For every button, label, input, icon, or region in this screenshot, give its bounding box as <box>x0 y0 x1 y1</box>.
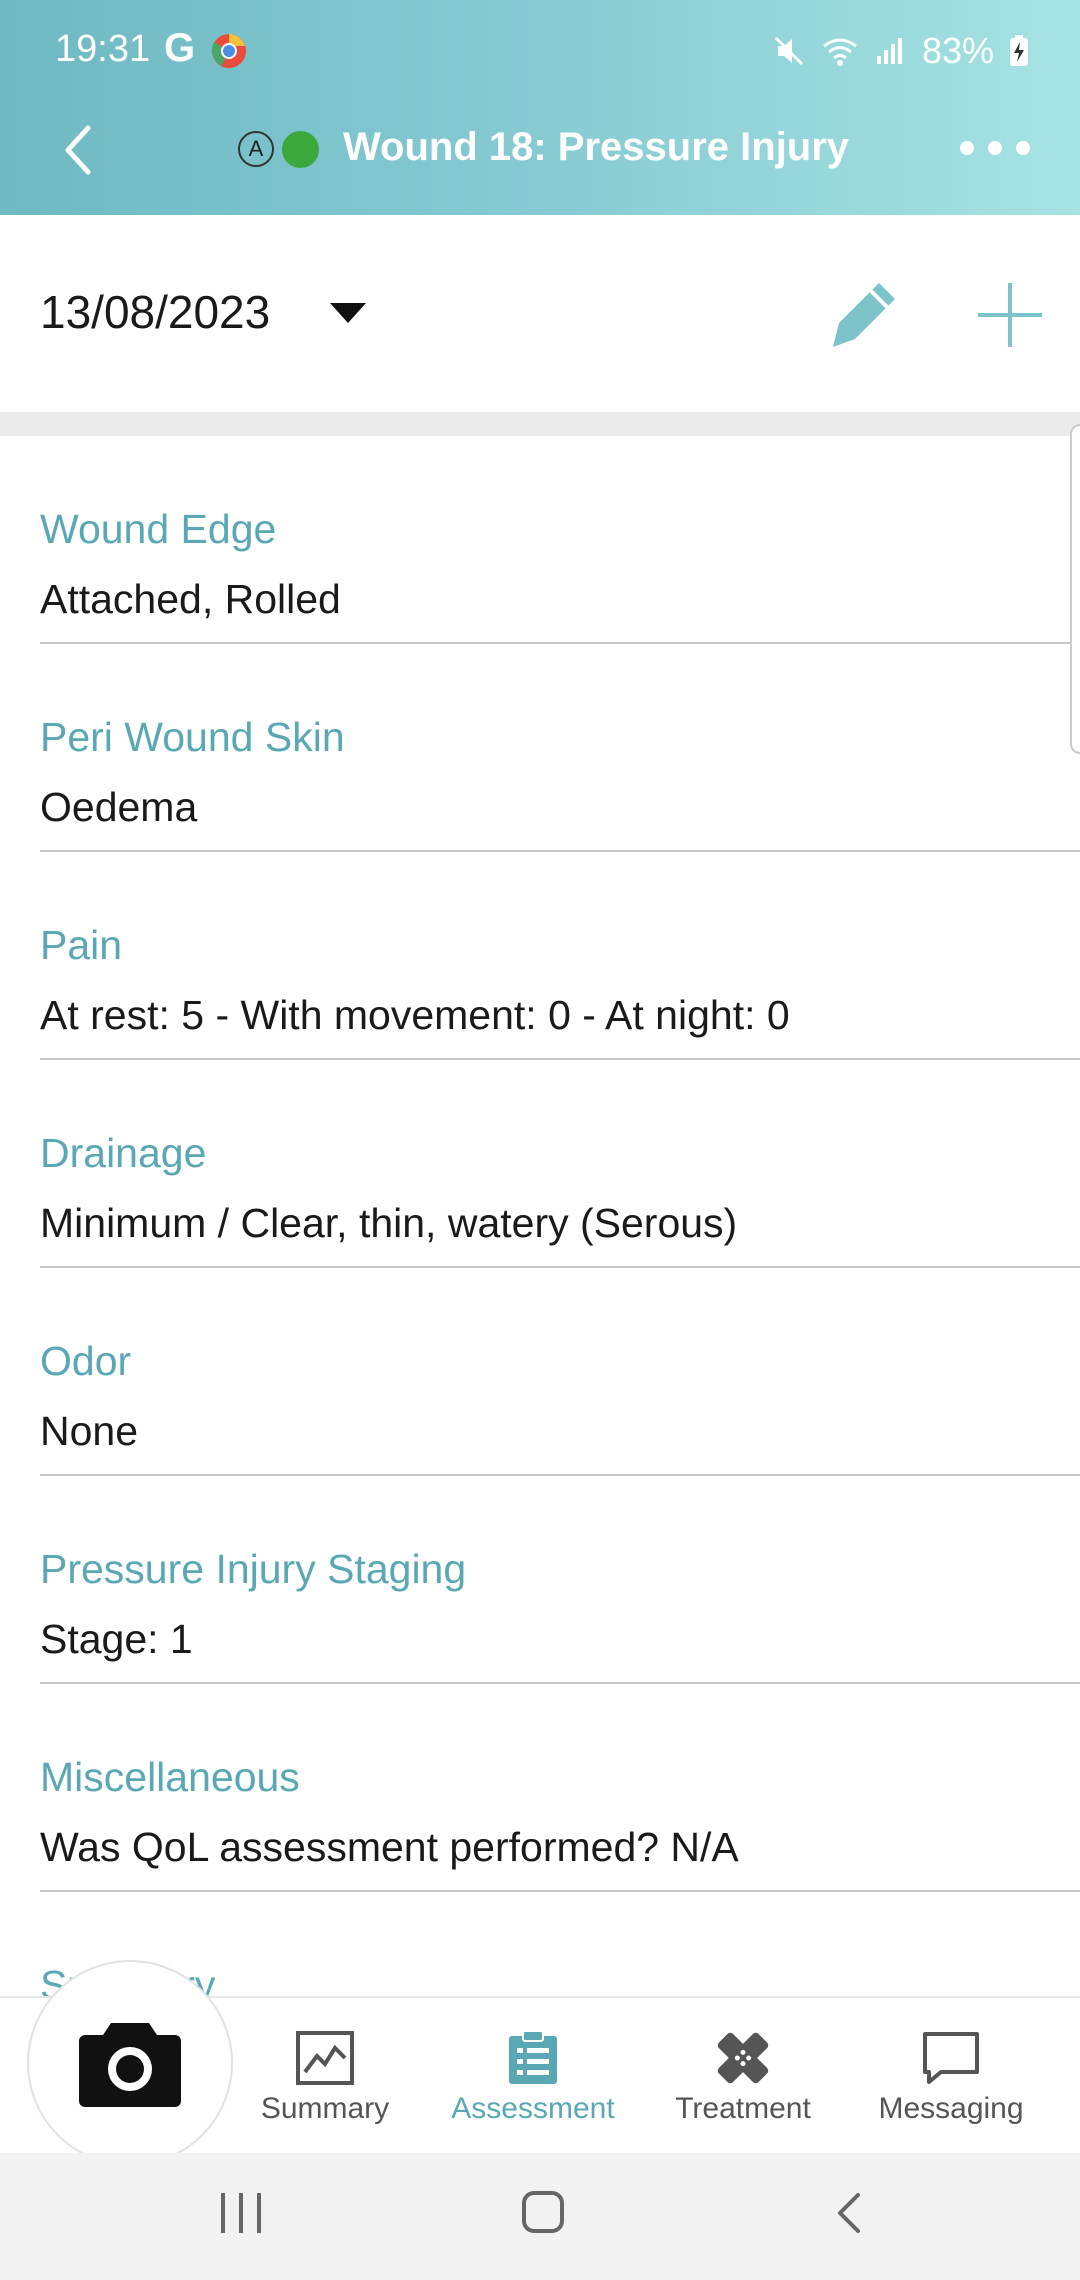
field-wound-edge: Wound Edge Attached, Rolled <box>40 436 1080 644</box>
field-label: Miscellaneous <box>40 1754 300 1800</box>
page-title: Wound 18: Pressure Injury <box>343 125 850 169</box>
field-value: At rest: 5 - With movement: 0 - At night… <box>40 992 790 1038</box>
plus-icon <box>978 283 1042 347</box>
field-value: Attached, Rolled <box>40 576 341 622</box>
system-navigation-bar <box>0 2153 1080 2280</box>
back-button[interactable] <box>52 120 102 180</box>
more-dot-icon <box>960 141 974 155</box>
nav-label: Summary <box>260 2092 390 2125</box>
field-label: Odor <box>40 1338 132 1384</box>
field-odor: Odor None <box>40 1268 1080 1476</box>
nav-label: Messaging <box>878 2092 1024 2125</box>
field-label: Drainage <box>40 1130 207 1176</box>
edit-button[interactable] <box>825 275 905 355</box>
status-icons: 83% <box>772 26 1030 76</box>
field-pressure-injury-staging: Pressure Injury Staging Stage: 1 <box>40 1476 1080 1684</box>
field-value: Minimum / Clear, thin, watery (Serous) <box>40 1200 738 1246</box>
camera-button[interactable] <box>27 1960 233 2166</box>
nav-label: Assessment <box>451 2092 615 2125</box>
nav-label: Treatment <box>675 2092 811 2125</box>
nav-messaging[interactable]: Messaging <box>846 2030 1056 2130</box>
bandage-icon <box>717 2032 769 2084</box>
nav-summary[interactable]: Summary <box>220 2030 430 2130</box>
more-dot-icon <box>988 141 1002 155</box>
section-divider <box>0 412 1080 436</box>
clipboard-icon <box>509 2030 557 2084</box>
field-value: None <box>40 1408 139 1454</box>
scroll-indicator[interactable] <box>1070 424 1080 754</box>
field-miscellaneous: Miscellaneous Was QoL assessment perform… <box>40 1684 1080 1892</box>
field-label: Pressure Injury Staging <box>40 1546 467 1592</box>
caret-down-icon[interactable] <box>330 303 366 323</box>
camera-icon <box>79 2023 181 2107</box>
field-drainage: Drainage Minimum / Clear, thin, watery (… <box>40 1060 1080 1268</box>
battery-icon <box>1010 35 1028 66</box>
field-value: Oedema <box>40 784 198 830</box>
add-button[interactable] <box>970 275 1050 355</box>
google-icon: G <box>164 26 196 70</box>
nav-assessment[interactable]: Assessment <box>428 2030 638 2130</box>
field-peri-wound-skin: Peri Wound Skin Oedema <box>40 644 1080 852</box>
app-header: 19:31 G 83% A Wound 18: Pressure Injury <box>0 0 1080 215</box>
field-value: Was QoL assessment performed? N/A <box>40 1824 739 1870</box>
recents-bar-icon <box>257 2193 261 2233</box>
chrome-icon <box>211 34 246 68</box>
recents-bar-icon <box>221 2193 225 2233</box>
field-pain: Pain At rest: 5 - With movement: 0 - At … <box>40 852 1080 1060</box>
field-label: Peri Wound Skin <box>40 714 345 760</box>
mute-icon <box>774 36 803 66</box>
home-button[interactable] <box>522 2191 564 2233</box>
field-label: Wound Edge <box>40 506 277 552</box>
field-label: Pain <box>40 922 123 968</box>
chat-icon <box>923 2032 979 2084</box>
wifi-icon <box>823 38 857 66</box>
field-value: Stage: 1 <box>40 1616 193 1662</box>
assessment-list[interactable]: Wound Edge Attached, Rolled Peri Wound S… <box>0 436 1080 1996</box>
signal-icon <box>876 38 902 64</box>
status-indicator <box>282 131 319 168</box>
date-selector[interactable]: 13/08/2023 <box>40 285 270 339</box>
recents-bar-icon <box>239 2193 243 2233</box>
date-selector-bar: 13/08/2023 <box>0 215 1080 412</box>
field-summary: Summary <box>40 1892 1080 1996</box>
pencil-icon <box>833 283 895 347</box>
status-time: 19:31 <box>55 28 151 70</box>
battery-percent: 83% <box>921 30 994 71</box>
chevron-left-icon <box>65 125 91 175</box>
recent-apps-button[interactable] <box>221 2193 261 2233</box>
chart-icon <box>296 2031 354 2085</box>
assessment-badge: A <box>238 131 274 167</box>
more-options-button[interactable] <box>960 128 1030 168</box>
more-dot-icon <box>1016 141 1030 155</box>
nav-treatment[interactable]: Treatment <box>638 2030 848 2130</box>
system-back-button[interactable] <box>830 2191 870 2235</box>
